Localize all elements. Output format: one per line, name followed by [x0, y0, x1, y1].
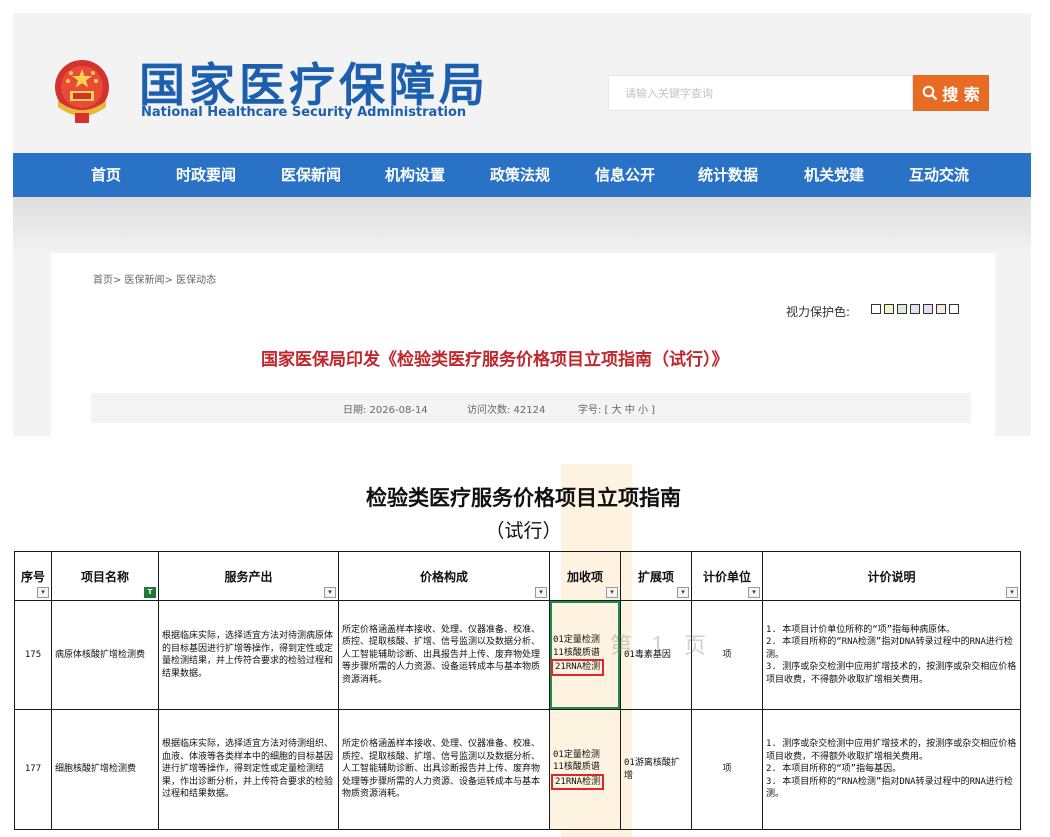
nav-shadow — [13, 197, 1031, 253]
website-screenshot: 国家医疗保障局 National Healthcare Security Adm… — [13, 13, 1031, 436]
header-cell: 加收项 ▾ — [549, 551, 621, 601]
sheet-title: 检验类医疗服务价格项目立项指南 — [366, 485, 681, 510]
service-output[interactable]: 根据临床实际，选择适宜方法对待测病原体的目标基因进行扩增等操作，得到定性或定量检… — [158, 600, 339, 710]
header-cell: 价格构成 ▾ — [338, 551, 550, 601]
addon-item: 11核酸质谱 — [553, 762, 600, 773]
extension-item[interactable]: 01游离核酸扩增 — [620, 709, 692, 830]
filter-dropdown-icon[interactable]: ▾ — [535, 587, 547, 598]
header-cell: 计价说明 ▾ — [762, 551, 1021, 601]
color-swatch[interactable] — [923, 304, 933, 314]
pricing-notes[interactable]: 1. 本项目计价单位所称的“项”指每种病原体。 2. 本项目所称的“RNA检测”… — [762, 600, 1021, 710]
header-cell: 计价单位 ▾ — [691, 551, 763, 601]
addon-item: 01定量检测 — [553, 635, 600, 646]
pricing-unit[interactable]: 项 — [691, 709, 763, 830]
sheet-subtitle: （试行） — [485, 520, 562, 542]
table-row[interactable]: 175 病原体核酸扩增检测费 根据临床实际，选择适宜方法对待测病原体的目标基因进… — [14, 600, 1021, 710]
filter-active-icon[interactable]: T — [144, 587, 156, 598]
color-swatch[interactable] — [949, 304, 959, 314]
nav-statistics[interactable]: 统计数据 — [698, 153, 758, 197]
price-composition[interactable]: 所定价格涵盖样本接收、处理、仪器准备、校准、质控、提取核酸、扩增、信号监测以及数… — [338, 600, 550, 710]
price-composition[interactable]: 所定价格涵盖样本接收、处理、仪器准备、校准、质控、提取核酸、扩增、信号监测以及数… — [338, 709, 550, 830]
nav-home[interactable]: 首页 — [91, 153, 121, 197]
filter-dropdown-icon[interactable]: ▾ — [37, 587, 49, 598]
header-cell: 序号 ▾ — [14, 551, 52, 601]
search-button-label: 搜 索 — [942, 85, 980, 104]
header-cell: 扩展项 ▾ — [620, 551, 692, 601]
site-logo-english: National Healthcare Security Administrat… — [141, 105, 467, 120]
pricing-notes[interactable]: 1. 测序或杂交检测中应用扩增技术的，按测序或杂交相应价格项目收费，不得额外收取… — [762, 709, 1021, 830]
color-swatch[interactable] — [910, 304, 920, 314]
header-cell: 服务产出 ▾ — [158, 551, 339, 601]
table-header-row: 序号 ▾ 项目名称 T 服务产出 ▾ 价格构成 ▾ 加收项 ▾ 扩展项 ▾ 计价单位 ▾ 计价… — [14, 551, 1021, 601]
header-cell: 项目名称 T — [51, 551, 159, 601]
addon-item-highlighted: 21RNA检测 — [551, 659, 605, 676]
breadcrumb[interactable]: 首页> 医保新闻> 医保动态 — [93, 271, 216, 286]
row-number[interactable]: 177 — [14, 709, 52, 830]
addon-item-highlighted: 21RNA检测 — [551, 773, 605, 791]
nav-party[interactable]: 机关党建 — [804, 153, 864, 197]
addon-items-selected[interactable]: 01定量检测 11核酸质谱 21RNA检测 — [549, 600, 621, 710]
pricing-unit[interactable]: 项 — [691, 600, 763, 710]
color-swatch[interactable] — [884, 304, 894, 314]
search-input[interactable] — [609, 76, 912, 110]
article-date: 日期: 2026-08-14 — [343, 405, 428, 416]
color-swatch[interactable] — [936, 304, 946, 314]
addon-items[interactable]: 01定量检测 11核酸质谱 21RNA检测 — [549, 709, 621, 830]
table-row[interactable]: 177 细胞核酸扩增检测费 根据临床实际，选择适宜方法对待测组织、血液、体液等各… — [14, 709, 1021, 830]
vision-protect-label: 视力保护色: — [786, 305, 851, 319]
service-output[interactable]: 根据临床实际，选择适宜方法对待测组织、血液、体液等各类样本中的细胞的目标基因进行… — [158, 709, 339, 830]
note-line: 2. 本项目所称的“项”指每基因。 — [766, 764, 902, 775]
note-line: 1. 测序或杂交检测中应用扩增技术的，按测序或杂交相应价格项目收费，不得额外收取… — [766, 739, 1017, 762]
price-table: 序号 ▾ 项目名称 T 服务产出 ▾ 价格构成 ▾ 加收项 ▾ 扩展项 ▾ 计价单位 ▾ 计价… — [14, 551, 1021, 830]
nav-info-public[interactable]: 信息公开 — [595, 153, 655, 197]
color-swatch[interactable] — [871, 304, 881, 314]
nav-medical-news[interactable]: 医保新闻 — [281, 153, 341, 197]
article-meta: 日期: 2026-08-14 访问次数: 42124 字号: [ 大 中 小 ] — [91, 393, 971, 423]
color-swatch[interactable] — [897, 304, 907, 314]
main-nav: 首页 时政要闻 医保新闻 机构设置 政策法规 信息公开 统计数据 机关党建 互动… — [13, 153, 1031, 197]
addon-item: 11核酸质谱 — [553, 647, 600, 658]
note-line: 2. 本项目所称的“RNA检测”指对DNA转录过程中的RNA进行检测。 — [766, 637, 1013, 660]
search-icon — [922, 85, 938, 101]
nav-interaction[interactable]: 互动交流 — [909, 153, 969, 197]
spreadsheet-screenshot: 检验类医疗服务价格项目立项指南 （试行） 序号 ▾ 项目名称 T 服务产出 ▾ 价格构… — [14, 464, 1033, 837]
filter-dropdown-icon[interactable]: ▾ — [677, 587, 689, 598]
note-line: 3. 本项目所称的“RNA检测”指对DNA转录过程中的RNA进行检测。 — [766, 776, 1013, 800]
note-line: 1. 本项目计价单位所称的“项”指每种病原体。 — [766, 624, 956, 635]
national-emblem-icon — [55, 60, 109, 123]
article-title: 国家医保局印发《检验类医疗服务价格项目立项指南（试行）》 — [261, 350, 729, 370]
nav-organization[interactable]: 机构设置 — [385, 153, 445, 197]
item-name[interactable]: 病原体核酸扩增检测费 — [51, 600, 159, 710]
search-box — [608, 75, 913, 111]
nav-political-news[interactable]: 时政要闻 — [176, 153, 236, 197]
filter-dropdown-icon[interactable]: ▾ — [1006, 587, 1018, 598]
nav-policy[interactable]: 政策法规 — [490, 153, 550, 197]
filter-dropdown-icon[interactable]: ▾ — [324, 587, 336, 598]
search-button[interactable]: 搜 索 — [913, 75, 989, 111]
filter-dropdown-icon[interactable]: ▾ — [606, 587, 618, 598]
addon-item: 01定量检测 — [553, 749, 600, 760]
article-panel: 首页> 医保新闻> 医保动态 视力保护色: 国家医保局印发《检验类医疗服务价格项… — [51, 253, 995, 436]
article-visits: 访问次数: 42124 — [467, 405, 546, 416]
extension-item[interactable]: 01毒素基因 — [620, 600, 692, 710]
filter-dropdown-icon[interactable]: ▾ — [748, 587, 760, 598]
note-line: 3. 测序或杂交检测中应用扩增技术的，按测序或杂交相应价格项目收费，不得额外收取… — [766, 662, 1017, 685]
item-name[interactable]: 细胞核酸扩增检测费 — [51, 709, 159, 830]
font-size-control[interactable]: 字号: [ 大 中 小 ] — [578, 401, 655, 416]
row-number[interactable]: 175 — [14, 600, 52, 710]
